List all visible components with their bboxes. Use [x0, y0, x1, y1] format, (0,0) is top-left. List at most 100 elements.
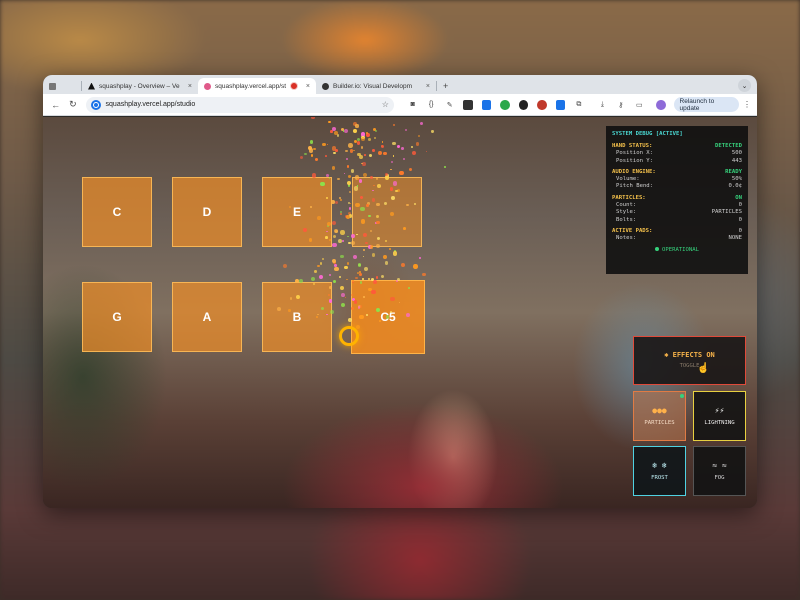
effects-toggle-button[interactable]: ✱ EFFECTS ON TOGGLE: [633, 336, 746, 385]
particle: [334, 264, 337, 267]
pad-d[interactable]: D: [172, 177, 242, 247]
extension-icon[interactable]: [555, 99, 566, 110]
profile-avatar[interactable]: [656, 99, 666, 110]
particle: [347, 235, 350, 238]
debug-row: Count: 0: [616, 202, 742, 209]
debug-row: Position Y: 443: [616, 157, 742, 164]
particle: [311, 117, 315, 119]
relaunch-button[interactable]: Relaunch to update: [673, 97, 739, 112]
particle: [319, 262, 323, 265]
particle: [308, 238, 313, 242]
particle: [353, 128, 358, 133]
url-text: squashplay.vercel.app/studio: [105, 101, 196, 108]
particle: [364, 266, 369, 271]
effects-toggle-label: ✱ EFFECTS ON: [664, 351, 715, 359]
particle: [282, 263, 287, 269]
tab-title: Builder.io: Visual Developm: [333, 82, 413, 90]
debug-status: OPERATIONAL: [612, 247, 742, 253]
download-icon[interactable]: ⤓: [598, 100, 607, 110]
fog-icon: ≈ ≈: [712, 461, 727, 470]
close-icon[interactable]: ×: [301, 83, 310, 90]
particle: [351, 307, 354, 310]
frost-effect-button[interactable]: ❄ ❄ FROST: [633, 446, 686, 496]
close-icon[interactable]: ×: [421, 83, 430, 90]
window-icon: [49, 82, 56, 90]
pad-b[interactable]: B: [262, 282, 332, 352]
particle: [276, 306, 281, 311]
particle: [402, 158, 405, 160]
pad-c[interactable]: C: [82, 177, 152, 247]
braces-extension-icon[interactable]: {}: [426, 100, 435, 110]
particle: [371, 252, 376, 257]
particles-effect-button[interactable]: ●●● PARTICLES: [633, 391, 686, 441]
shield-icon[interactable]: [500, 99, 510, 110]
particle: [317, 216, 321, 220]
eyedropper-icon[interactable]: ✎: [445, 100, 454, 110]
tab-squashplay-overview[interactable]: squashplay - Overview – Ve ×: [82, 78, 198, 94]
particle: [313, 148, 316, 151]
particle: [392, 251, 398, 256]
particle: [372, 279, 377, 284]
particle: [348, 241, 351, 245]
particle: [343, 172, 346, 175]
particle: [309, 140, 313, 144]
tab-window[interactable]: [43, 78, 81, 94]
site-info-icon[interactable]: [90, 99, 101, 110]
particle: [376, 220, 380, 225]
extension-icon[interactable]: [518, 99, 529, 110]
particle: [317, 264, 320, 268]
particle: [326, 143, 329, 146]
particle: [289, 297, 293, 300]
particle: [332, 242, 337, 247]
particle: [362, 255, 365, 258]
particle: [389, 310, 392, 313]
pad-g[interactable]: G: [82, 282, 152, 352]
puzzle-icon[interactable]: ⧉: [574, 100, 583, 110]
particle: [313, 270, 317, 273]
particle: [319, 274, 324, 279]
particle: [352, 254, 358, 260]
particle: [331, 258, 336, 264]
address-bar[interactable]: squashplay.vercel.app/studio ☆: [85, 96, 394, 113]
particle: [359, 271, 361, 273]
particle: [368, 138, 372, 142]
debug-row: PARTICLES: ON: [612, 194, 742, 201]
download-extension-icon[interactable]: [481, 99, 492, 110]
particle: [325, 236, 328, 239]
fog-label: FOG: [714, 475, 725, 481]
particle: [329, 286, 332, 289]
lightning-effect-button[interactable]: ⚡⚡ LIGHTNING: [693, 391, 746, 441]
back-arrow-icon[interactable]: ←: [49, 98, 62, 112]
fog-effect-button[interactable]: ≈ ≈ FOG: [693, 446, 746, 496]
particle: [345, 215, 351, 220]
particle: [346, 180, 352, 185]
particle: [396, 144, 400, 148]
new-tab-button[interactable]: +: [437, 78, 454, 94]
close-icon[interactable]: ×: [183, 83, 192, 90]
pad-e[interactable]: E: [262, 177, 332, 247]
key-icon[interactable]: ⚷: [616, 100, 625, 110]
particle: [355, 276, 358, 279]
tab-squashplay-studio[interactable]: squashplay.vercel.app/st ×: [198, 78, 316, 94]
particle: [348, 143, 353, 148]
camera-icon[interactable]: ◙: [408, 100, 417, 110]
bookmark-star-icon[interactable]: ☆: [382, 100, 389, 109]
particle: [346, 158, 349, 161]
particle: [389, 187, 394, 191]
particle: [412, 150, 417, 155]
pad-a[interactable]: A: [172, 282, 242, 352]
reload-icon[interactable]: ↻: [66, 98, 79, 112]
menu-kebab-icon[interactable]: ⋮: [743, 100, 751, 109]
particle: [371, 189, 374, 192]
tab-search-button[interactable]: ⌄: [738, 79, 751, 92]
particle: [331, 165, 336, 170]
pad-f[interactable]: [352, 177, 422, 247]
active-indicator-dot: [680, 394, 684, 398]
tab-builder[interactable]: Builder.io: Visual Developm ×: [316, 78, 436, 94]
debug-title: SYSTEM DEBUG [ACTIVE]: [612, 131, 683, 137]
extension-icon[interactable]: [463, 99, 473, 110]
sidebar-icon[interactable]: ▭: [635, 100, 644, 110]
particle: [341, 303, 346, 308]
particle: [321, 258, 325, 261]
extension-icon[interactable]: [537, 99, 547, 110]
